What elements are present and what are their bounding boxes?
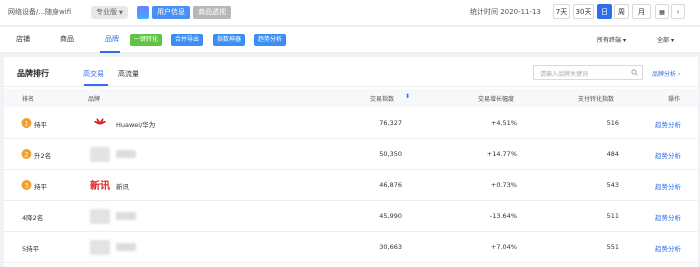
conversion-value: 516 bbox=[606, 119, 619, 127]
tab-goods[interactable]: 商品 bbox=[60, 34, 74, 44]
search-icon[interactable] bbox=[631, 69, 638, 76]
brand-analysis-label: 品牌分析 bbox=[652, 71, 677, 78]
trade-index-value: 45,990 bbox=[379, 212, 402, 220]
brand-name-blurred bbox=[116, 150, 136, 158]
growth-value: +0.73% bbox=[490, 181, 517, 189]
tab-active-indicator bbox=[100, 51, 120, 53]
panel-title: 品牌排行 bbox=[17, 69, 49, 78]
tab-brand[interactable]: 品牌 bbox=[105, 34, 119, 44]
brand-logo-blurred bbox=[90, 240, 110, 255]
user-info-button[interactable]: 用户信息 bbox=[152, 6, 190, 19]
range-month[interactable]: 月 bbox=[632, 4, 651, 19]
growth-value: -13.64% bbox=[489, 212, 517, 220]
rank-number: 3 bbox=[25, 182, 29, 189]
trend-analysis-link[interactable]: 趋势分析 bbox=[655, 243, 681, 253]
brand-name: 新讯 bbox=[116, 183, 129, 191]
main-tab-bar: 店铺 商品 品牌 一键转化 合并导出 指数神器 趋势分析 所有终端 ▾ 全部 ▾ bbox=[0, 27, 700, 53]
header-rank: 排名 bbox=[22, 96, 35, 103]
rank-number: 1 bbox=[25, 120, 29, 127]
conversion-value: 511 bbox=[606, 212, 619, 220]
brand-ranking-panel: 品牌排行 高交易 高流量 请输入品牌关键词 品牌分析 › 排名 品牌 交易指数 … bbox=[4, 57, 698, 267]
rank-badge-icon: 1 bbox=[21, 118, 32, 128]
growth-value: +14.77% bbox=[486, 150, 517, 158]
table-row: 2 升2名 50,350 +14.77% 484 趋势分析 bbox=[4, 139, 698, 170]
header-action: 操作 bbox=[668, 96, 681, 103]
trade-index-value: 76,327 bbox=[379, 119, 402, 127]
divider bbox=[4, 86, 698, 87]
vip-icon[interactable] bbox=[137, 6, 149, 19]
sub-tab-high-traffic[interactable]: 高流量 bbox=[118, 69, 139, 79]
trend-analysis-link[interactable]: 趋势分析 bbox=[655, 150, 681, 160]
stat-time: 统计时间 2020-11-13 bbox=[470, 8, 541, 16]
edition-select[interactable]: 专业版 ▼ bbox=[91, 6, 128, 19]
goods-insight-button[interactable]: 商品透视 bbox=[193, 6, 231, 19]
range-7-days[interactable]: 7天 bbox=[553, 4, 570, 19]
category-filter-label: 全部 bbox=[657, 37, 670, 44]
header-conversion: 支付转化指数 bbox=[578, 96, 615, 103]
rank-change: 持平 bbox=[34, 121, 47, 129]
edition-label: 专业版 bbox=[96, 8, 117, 16]
brand-name-blurred bbox=[116, 243, 136, 251]
brand-search-input[interactable]: 请输入品牌关键词 bbox=[533, 65, 643, 80]
trend-analysis-link[interactable]: 趋势分析 bbox=[655, 181, 681, 191]
table-row: 5持平 30,663 +7.04% 551 趋势分析 bbox=[4, 232, 698, 263]
merge-export-button[interactable]: 合并导出 bbox=[171, 34, 204, 46]
chevron-down-icon: ▾ bbox=[622, 37, 626, 44]
category-breadcrumb[interactable]: 网络设备/...随身wifi bbox=[8, 7, 71, 17]
category-filter[interactable]: 全部 ▾ bbox=[657, 35, 674, 44]
huawei-logo-icon bbox=[94, 118, 106, 125]
trade-index-value: 50,350 bbox=[379, 150, 402, 158]
tab-store[interactable]: 店铺 bbox=[16, 34, 30, 44]
growth-value: +7.04% bbox=[490, 243, 517, 251]
index-tool-button[interactable]: 指数神器 bbox=[213, 34, 246, 46]
trend-analysis-button[interactable]: 趋势分析 bbox=[254, 34, 287, 46]
table-header: 排名 品牌 交易指数 ⬍ 交易增长幅度 支付转化指数 操作 bbox=[4, 89, 698, 107]
rank-change: 持平 bbox=[34, 183, 47, 191]
chevron-down-icon: ▾ bbox=[670, 37, 674, 44]
range-week[interactable]: 周 bbox=[614, 4, 629, 19]
growth-value: +4.51% bbox=[490, 119, 517, 127]
xinxun-logo: 新讯 bbox=[90, 181, 110, 192]
one-click-convert-button[interactable]: 一键转化 bbox=[130, 34, 163, 46]
sub-tab-high-trade[interactable]: 高交易 bbox=[83, 69, 104, 79]
chevron-right-icon[interactable]: › bbox=[671, 4, 685, 19]
conversion-value: 551 bbox=[606, 243, 619, 251]
search-placeholder: 请输入品牌关键词 bbox=[540, 71, 589, 78]
top-bar: 网络设备/...随身wifi 专业版 ▼ 用户信息 商品透视 统计时间 2020-… bbox=[0, 0, 700, 26]
trade-index-value: 30,663 bbox=[379, 243, 402, 251]
sort-icon[interactable]: ⬍ bbox=[405, 93, 410, 100]
header-brand: 品牌 bbox=[88, 96, 101, 103]
rank-number: 2 bbox=[25, 151, 29, 158]
brand-logo-blurred bbox=[90, 209, 110, 224]
range-30-days[interactable]: 30天 bbox=[573, 4, 594, 19]
range-day[interactable]: 日 bbox=[597, 4, 612, 19]
terminal-filter[interactable]: 所有终端 ▾ bbox=[597, 35, 626, 44]
brand-name: Huawei/华为 bbox=[116, 121, 156, 129]
terminal-filter-label: 所有终端 bbox=[597, 37, 622, 44]
rank-badge-icon: 2 bbox=[21, 149, 32, 159]
rank-badge-icon: 3 bbox=[21, 180, 32, 190]
header-trade-index[interactable]: 交易指数 bbox=[370, 94, 394, 103]
table-row: 1 持平 Huawei/华为 76,327 +4.51% 516 趋势分析 bbox=[4, 108, 698, 139]
brand-logo-blurred bbox=[90, 147, 110, 162]
trend-analysis-link[interactable]: 趋势分析 bbox=[655, 119, 681, 129]
rank-change: 5持平 bbox=[22, 245, 40, 253]
trend-analysis-link[interactable]: 趋势分析 bbox=[655, 212, 681, 222]
table-row: 4降2名 45,990 -13.64% 511 趋势分析 bbox=[4, 201, 698, 232]
conversion-value: 543 bbox=[606, 181, 619, 189]
brand-analysis-link[interactable]: 品牌分析 › bbox=[652, 69, 680, 78]
brand-name-blurred bbox=[116, 212, 136, 220]
table-row: 3 持平 新讯 新讯 46,876 +0.73% 543 趋势分析 bbox=[4, 170, 698, 201]
conversion-value: 484 bbox=[606, 150, 619, 158]
trade-index-value: 46,876 bbox=[379, 181, 402, 189]
chevron-down-icon: ▼ bbox=[119, 10, 123, 16]
calendar-icon[interactable]: ▦ bbox=[655, 4, 669, 19]
rank-change: 升2名 bbox=[34, 152, 52, 160]
rank-change: 4降2名 bbox=[22, 214, 44, 222]
header-growth: 交易增长幅度 bbox=[478, 96, 515, 103]
